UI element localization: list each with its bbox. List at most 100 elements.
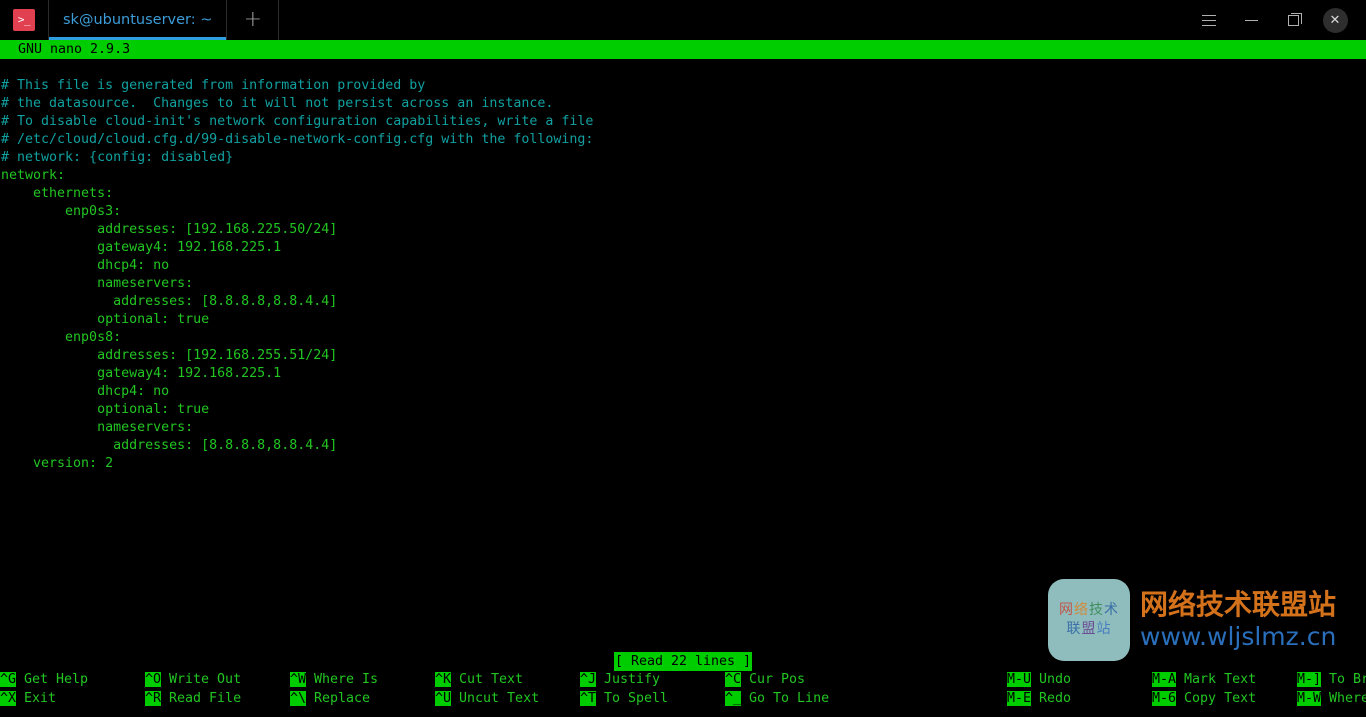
editor-line: nameservers: xyxy=(1,420,194,435)
shortcut-key: ^W xyxy=(290,672,307,687)
editor-line: ethernets: xyxy=(1,186,114,201)
shortcut-label: To Spell xyxy=(596,691,669,706)
shortcut-item[interactable]: ^J Justify xyxy=(580,670,660,689)
shortcut-item[interactable]: ^X Exit xyxy=(0,689,56,708)
shortcut-label: Get Help xyxy=(16,672,89,687)
shortcut-label: Cut Text xyxy=(451,672,524,687)
shortcut-key: ^T xyxy=(580,691,597,706)
window-controls: ✕ xyxy=(1188,0,1366,40)
nano-shortcut-bar: ^G Get Help ^O Write Out ^W Where Is ^K Cut… xyxy=(0,670,1366,710)
shortcut-item[interactable]: M-U Undo xyxy=(1007,670,1071,689)
shortcut-item[interactable]: ^K Cut Text xyxy=(435,670,523,689)
shortcut-key: M-A xyxy=(1152,672,1177,687)
editor-line: # To disable cloud-init's network config… xyxy=(1,114,594,129)
shortcut-label: Uncut Text xyxy=(451,691,540,706)
shortcut-label: Undo xyxy=(1031,672,1072,687)
shortcut-item[interactable]: ^R Read File xyxy=(145,689,241,708)
close-button-circle: ✕ xyxy=(1322,7,1348,33)
menu-button[interactable] xyxy=(1188,0,1230,40)
shortcut-label: Read File xyxy=(161,691,242,706)
nano-version-label: GNU nano 2.9.3 xyxy=(18,42,131,57)
editor-line: # This file is generated from informatio… xyxy=(1,78,426,93)
shortcut-item[interactable]: ^\ Replace xyxy=(290,689,370,708)
shortcut-row-2: ^X Exit ^R Read File ^\ Replace ^U Uncut Te… xyxy=(0,689,1366,708)
shortcut-label: Mark Text xyxy=(1176,672,1257,687)
shortcut-item[interactable]: ^U Uncut Text xyxy=(435,689,539,708)
shortcut-key: M-W xyxy=(1297,691,1322,706)
editor-line: gateway4: 192.168.225.1 xyxy=(1,240,282,255)
app-icon-wrap: >_ xyxy=(0,0,48,40)
shortcut-item[interactable]: ^C Cur Pos xyxy=(725,670,805,689)
editor-line: addresses: [8.8.8.8,8.8.4.4] xyxy=(1,294,338,309)
terminal-icon: >_ xyxy=(13,9,35,31)
editor-line: version: 2 xyxy=(1,456,114,471)
shortcut-key: ^G xyxy=(0,672,17,687)
shortcut-item[interactable]: M-A Mark Text xyxy=(1152,670,1256,689)
editor-line: # the datasource. Changes to it will not… xyxy=(1,96,554,111)
nano-header-bar: GNU nano 2.9.3 /etc/netplan/50-cloud-ini… xyxy=(0,40,1366,95)
editor-text-area[interactable]: # This file is generated from informatio… xyxy=(0,77,1366,647)
editor-line: optional: true xyxy=(1,312,210,327)
shortcut-item[interactable]: ^_ Go To Line xyxy=(725,689,829,708)
shortcut-item[interactable]: ^G Get Help xyxy=(0,670,88,689)
shortcut-label: Go To Line xyxy=(741,691,830,706)
shortcut-item[interactable]: M-W WhereIs Next xyxy=(1297,689,1366,708)
tab-terminal-session[interactable]: sk@ubuntuserver: ~ xyxy=(48,0,228,40)
hamburger-menu-icon xyxy=(1202,14,1216,26)
editor-line: addresses: [192.168.255.51/24] xyxy=(1,348,338,363)
shortcut-item[interactable]: ^O Write Out xyxy=(145,670,241,689)
shortcut-key: M-U xyxy=(1007,672,1032,687)
editor-line: optional: true xyxy=(1,402,210,417)
shortcut-label: WhereIs Next xyxy=(1329,691,1366,706)
editor-line: addresses: [192.168.225.50/24] xyxy=(1,222,338,237)
shortcut-row-1: ^G Get Help ^O Write Out ^W Where Is ^K Cut… xyxy=(0,670,1366,689)
close-button[interactable]: ✕ xyxy=(1314,0,1356,40)
shortcut-label: Cur Pos xyxy=(741,672,806,687)
shortcut-key: M-6 xyxy=(1152,691,1177,706)
shortcut-label: To Bracket xyxy=(1329,672,1366,687)
editor-line: # network: {config: disabled} xyxy=(1,150,234,165)
shortcut-key: M-E xyxy=(1007,691,1032,706)
editor-line: addresses: [8.8.8.8,8.8.4.4] xyxy=(1,438,338,453)
shortcut-key: ^J xyxy=(580,672,597,687)
editor-line: enp0s3: xyxy=(1,204,122,219)
maximize-button[interactable] xyxy=(1272,0,1314,40)
editor-line: enp0s8: xyxy=(1,330,122,345)
editor-line: nameservers: xyxy=(1,276,194,291)
nano-status-line: [ Read 22 lines ] xyxy=(0,652,1366,671)
shortcut-label: Redo xyxy=(1031,691,1072,706)
shortcut-key: ^\ xyxy=(290,691,307,706)
shortcut-key: ^K xyxy=(435,672,452,687)
shortcut-label: Where Is xyxy=(306,672,379,687)
shortcut-key: ^C xyxy=(725,672,742,687)
shortcut-item[interactable]: M-] To Bracket xyxy=(1297,670,1366,689)
editor-line: dhcp4: no xyxy=(1,258,170,273)
status-message: [ Read 22 lines ] xyxy=(613,652,753,671)
minimize-button[interactable] xyxy=(1230,0,1272,40)
shortcut-key: ^_ xyxy=(725,691,742,706)
shortcut-label: Exit xyxy=(16,691,57,706)
shortcut-label: Replace xyxy=(306,691,371,706)
shortcut-label: Justify xyxy=(596,672,661,687)
shortcut-key: ^R xyxy=(145,691,162,706)
shortcut-item[interactable]: M-E Redo xyxy=(1007,689,1071,708)
shortcut-label: Write Out xyxy=(161,672,242,687)
editor-line: network: xyxy=(1,168,66,183)
shortcut-label: Copy Text xyxy=(1176,691,1257,706)
window-titlebar: >_ sk@ubuntuserver: ~ + ✕ xyxy=(0,0,1366,40)
plus-icon: + xyxy=(243,7,263,32)
close-icon: ✕ xyxy=(1329,12,1341,28)
shortcut-item[interactable]: ^T To Spell xyxy=(580,689,668,708)
shortcut-key: ^U xyxy=(435,691,452,706)
shortcut-item[interactable]: M-6 Copy Text xyxy=(1152,689,1256,708)
new-tab-button[interactable]: + xyxy=(227,0,280,40)
editor-line: # /etc/cloud/cloud.cfg.d/99-disable-netw… xyxy=(1,132,594,147)
shortcut-key: M-] xyxy=(1297,672,1322,687)
shortcut-item[interactable]: ^W Where Is xyxy=(290,670,378,689)
tab-label: sk@ubuntuserver: ~ xyxy=(63,12,213,28)
editor-line: gateway4: 192.168.225.1 xyxy=(1,366,282,381)
minimize-icon xyxy=(1244,19,1258,21)
shortcut-key: ^O xyxy=(145,672,162,687)
titlebar-spacer xyxy=(279,0,1188,40)
editor-line: dhcp4: no xyxy=(1,384,170,399)
